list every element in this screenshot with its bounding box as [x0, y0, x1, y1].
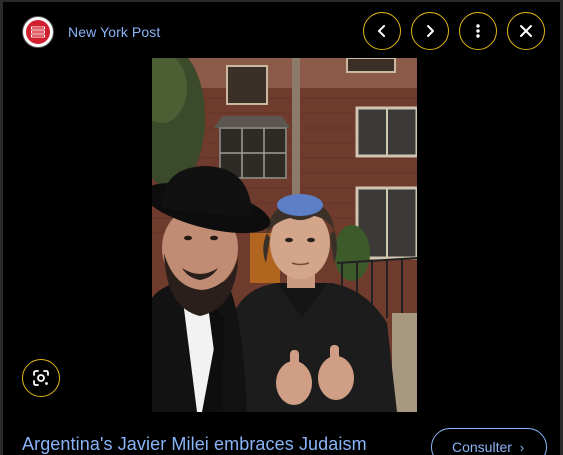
google-lens-button[interactable]	[22, 359, 60, 397]
close-button[interactable]	[507, 12, 545, 50]
more-vert-icon	[476, 24, 480, 38]
chevron-right-small-icon: ›	[519, 439, 525, 455]
viewer-border-top	[0, 0, 563, 2]
main-image[interactable]	[152, 58, 417, 412]
source-link[interactable]: New York Post	[22, 15, 160, 49]
source-name[interactable]: New York Post	[68, 24, 160, 40]
chevron-right-icon	[427, 25, 434, 37]
article-headline-link[interactable]: Argentina's Javier Milei embraces Judais…	[22, 434, 367, 455]
visit-button-label: Consulter	[452, 439, 512, 455]
previous-button[interactable]	[363, 12, 401, 50]
google-lens-icon	[33, 370, 49, 386]
viewer-border-left	[0, 0, 3, 455]
selfie-photo	[152, 58, 417, 412]
image-viewer: New York Post Argentina's Javier Milei e…	[0, 0, 563, 455]
more-options-button[interactable]	[459, 12, 497, 50]
close-icon	[520, 25, 532, 37]
next-button[interactable]	[411, 12, 449, 50]
chevron-left-icon	[378, 25, 385, 37]
visit-button[interactable]: Consulter ›	[431, 428, 547, 455]
new-york-post-logo-icon	[26, 20, 50, 44]
source-logo	[22, 16, 54, 48]
